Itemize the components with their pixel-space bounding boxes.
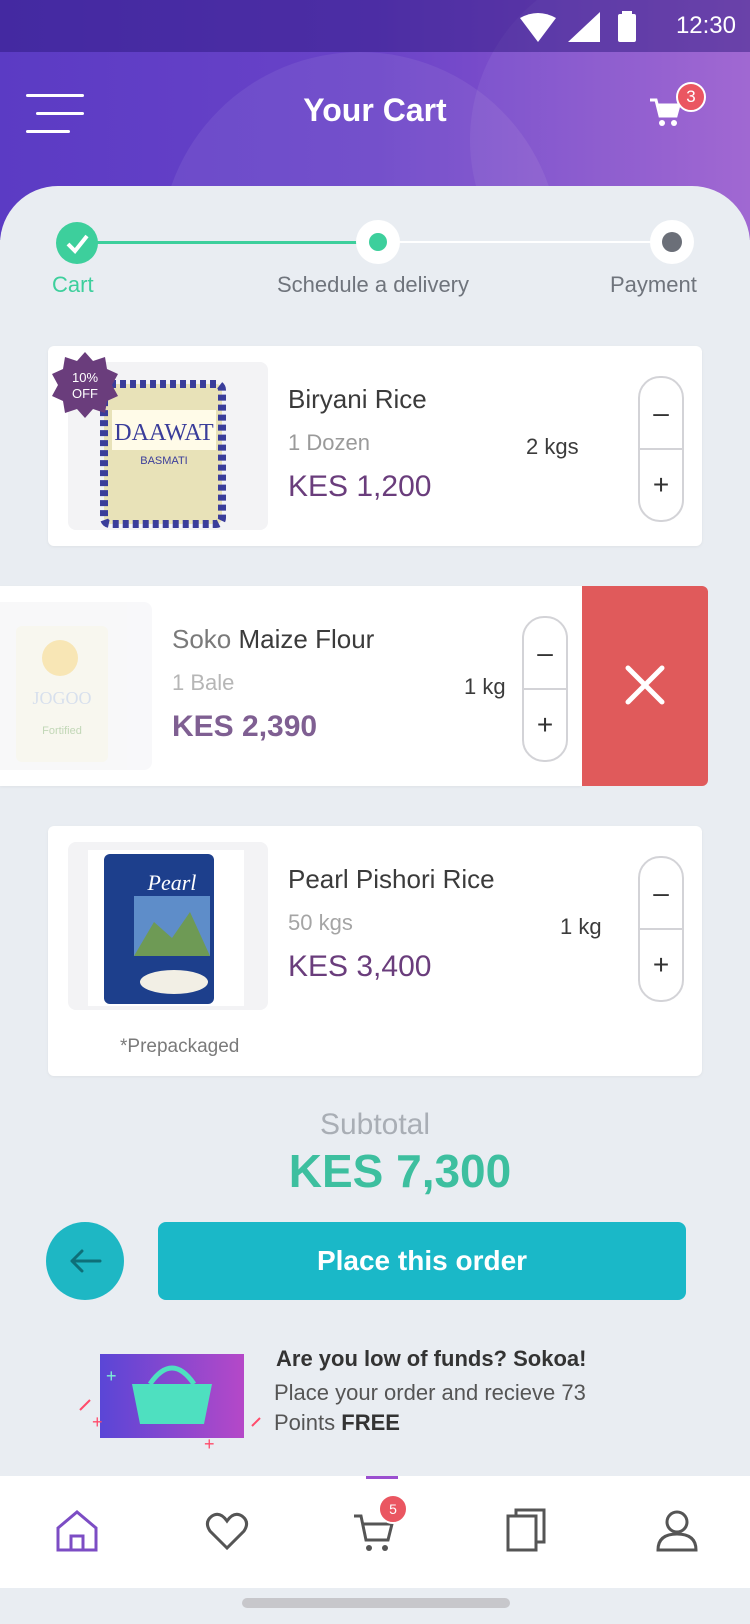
product-quantity-unit: 1 Bale xyxy=(172,670,235,695)
quantity-stepper[interactable]: – + xyxy=(638,856,684,1002)
svg-text:10%: 10% xyxy=(72,370,98,385)
svg-text:+: + xyxy=(92,1412,103,1432)
svg-text:JOGOO: JOGOO xyxy=(32,688,91,708)
step-label-delivery: Schedule a delivery xyxy=(277,272,470,297)
svg-text:DAAWAT: DAAWAT xyxy=(114,420,214,446)
starburst-badge-icon: 10% OFF xyxy=(52,352,118,418)
product-image: JOGOO Fortified xyxy=(0,602,152,770)
product-quantity-unit: 1 Dozen xyxy=(288,430,370,455)
increase-button[interactable]: + xyxy=(524,690,566,760)
svg-text:+: + xyxy=(204,1434,215,1454)
increase-button[interactable]: + xyxy=(640,450,682,520)
home-indicator[interactable] xyxy=(242,1598,510,1608)
bottom-navigation: 5 xyxy=(0,1476,750,1588)
product-weight: 1 kg xyxy=(464,674,506,699)
nav-orders-icon[interactable] xyxy=(502,1506,552,1556)
checkout-stepper: Cart Schedule a delivery Payment xyxy=(0,220,750,302)
promo-points-text: Points xyxy=(274,1410,342,1435)
step-cart-check-icon[interactable] xyxy=(56,222,98,264)
cart-item-pishori-rice[interactable]: Pearl Pearl Pishori Rice 50 kgs KES 3,40… xyxy=(48,826,702,1076)
nav-favorites-heart-icon[interactable] xyxy=(202,1506,252,1556)
product-name: Pearl Pishori Rice xyxy=(288,864,495,894)
cart-item-biryani[interactable]: DAAWAT BASMATI Biryani Rice 1 Dozen KES … xyxy=(48,346,702,546)
top-app-bar: Your Cart 3 xyxy=(0,52,750,172)
arrow-left-icon xyxy=(70,1249,102,1273)
promo-line-2: Points FREE xyxy=(274,1410,400,1436)
close-icon xyxy=(625,665,665,705)
product-brand: Soko xyxy=(172,624,232,654)
cart-count-badge: 3 xyxy=(676,82,706,112)
svg-text:OFF: OFF xyxy=(72,386,98,401)
product-price: KES 2,390 xyxy=(172,710,318,743)
product-price: KES 3,400 xyxy=(288,950,432,983)
subtotal-value: KES 7,300 xyxy=(288,1145,512,1197)
product-name: Biryani Rice xyxy=(288,384,427,414)
subtotal-label: Subtotal xyxy=(319,1108,431,1141)
step-payment-dot[interactable] xyxy=(650,220,694,264)
decrease-button[interactable]: – xyxy=(524,618,566,688)
product-name: Soko Maize Flour xyxy=(172,624,374,655)
status-icons xyxy=(516,10,640,49)
prepackaged-note: *Prepackaged xyxy=(120,1036,240,1057)
svg-text:+: + xyxy=(106,1366,117,1386)
nav-profile-icon[interactable] xyxy=(652,1506,702,1556)
flour-bag-image: JOGOO Fortified xyxy=(16,626,108,762)
product-weight: 2 kgs xyxy=(526,434,579,459)
decrease-button[interactable]: – xyxy=(640,378,682,448)
promo-title: Are you low of funds? Sokoa! xyxy=(276,1346,587,1371)
promo-free-text: FREE xyxy=(341,1410,400,1435)
rice-bag-image: Pearl xyxy=(88,850,244,1006)
status-bar: 12:30 xyxy=(0,0,750,52)
delete-item-button[interactable] xyxy=(582,586,708,786)
step-label-payment: Payment xyxy=(610,272,697,297)
cart-button[interactable]: 3 xyxy=(648,82,706,136)
quantity-stepper[interactable]: – + xyxy=(638,376,684,522)
step-label-cart: Cart xyxy=(52,272,94,297)
svg-text:Pearl: Pearl xyxy=(147,870,197,895)
product-image: Pearl xyxy=(68,842,268,1010)
nav-home-icon[interactable] xyxy=(52,1506,102,1556)
step-delivery-dot[interactable] xyxy=(356,220,400,264)
status-time: 12:30 xyxy=(675,12,736,39)
product-name-text: Maize Flour xyxy=(238,624,375,654)
signal-wifi-battery-icon xyxy=(520,11,636,42)
quantity-stepper[interactable]: – + xyxy=(522,616,568,762)
product-quantity-unit: 50 kgs xyxy=(288,910,353,935)
step-progress-line xyxy=(78,241,378,244)
decrease-button[interactable]: – xyxy=(640,858,682,928)
product-weight: 1 kg xyxy=(560,914,602,939)
nav-cart-badge: 5 xyxy=(378,1494,408,1524)
svg-text:BASMATI: BASMATI xyxy=(140,455,187,467)
page-title: Your Cart xyxy=(303,92,447,128)
svg-text:Fortified: Fortified xyxy=(42,725,82,737)
place-order-button[interactable]: Place this order xyxy=(158,1222,686,1300)
discount-badge: 10% OFF xyxy=(52,352,118,418)
product-price: KES 1,200 xyxy=(288,470,432,503)
step-remaining-line xyxy=(378,241,674,243)
promo-banner[interactable]: + + + Are you low of funds? Sokoa! Place… xyxy=(0,1340,750,1460)
back-button[interactable] xyxy=(46,1222,124,1300)
nav-cart-icon[interactable]: 5 xyxy=(350,1494,408,1556)
active-tab-indicator xyxy=(366,1476,398,1479)
cart-item-maize-flour[interactable]: JOGOO Fortified Soko Maize Flour 1 Bale … xyxy=(0,586,582,786)
basket-promo-image: + + + xyxy=(79,1354,261,1454)
promo-line-1: Place your order and recieve 73 xyxy=(274,1380,586,1405)
increase-button[interactable]: + xyxy=(640,930,682,1000)
